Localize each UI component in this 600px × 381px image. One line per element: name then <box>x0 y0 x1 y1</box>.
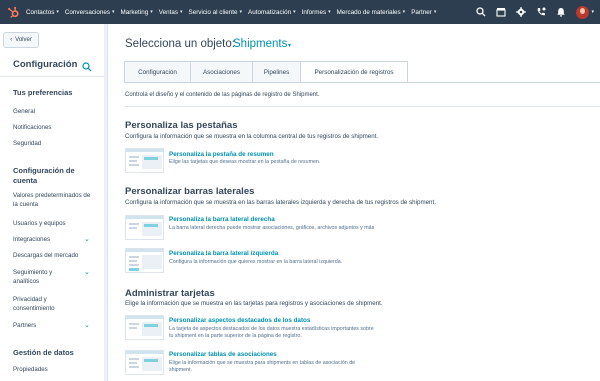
sidebar-item-seguimiento[interactable]: Seguimiento y analíticos <box>13 269 73 286</box>
link-tablas-asociaciones[interactable]: Personalizar tablas de asociaciones <box>169 351 277 358</box>
object-selector-label: Selecciona un objeto: <box>125 38 235 50</box>
sidebar-scrollbar[interactable] <box>104 24 107 381</box>
sidebar-item-seguridad[interactable]: Seguridad <box>13 140 91 149</box>
tabs-divider <box>124 82 600 83</box>
nav-automatizacion[interactable]: Automatización ▾ <box>248 9 296 16</box>
section-title-pestanas: Personaliza las pestañas <box>125 120 238 131</box>
chevron-down-icon[interactable]: ⌄ <box>84 235 90 243</box>
gear-icon[interactable] <box>514 5 528 19</box>
nav-label: Marketing <box>120 8 149 16</box>
section-heading-cuenta: Configuración de cuenta <box>13 166 75 185</box>
nav-label: Conversaciones <box>64 8 111 16</box>
sidebar-item-propiedades[interactable]: Propiedades <box>13 366 91 375</box>
chevron-down-icon: ▾ <box>179 9 183 15</box>
chevron-down-icon: ▾ <box>328 9 331 15</box>
nav-label: Mercado de materiales <box>336 8 401 16</box>
nav-servicio-al-cliente[interactable]: Servicio al cliente ▾ <box>189 9 243 16</box>
section-heading-datos: Gestión de datos <box>13 348 74 357</box>
sidebar-item-privacidad[interactable]: Privacidad y consentimiento <box>13 296 73 313</box>
chevron-left-icon: ‹ <box>10 37 13 43</box>
nav-conversaciones[interactable]: Conversaciones ▾ <box>65 9 115 16</box>
tab-personalizacion-registros[interactable]: Personalización de registros <box>300 61 408 83</box>
section-title-barras-laterales: Personalizar barras laterales <box>125 186 255 197</box>
nav-informes[interactable]: Informes ▾ <box>302 9 331 16</box>
nav-label: Partner <box>411 8 432 16</box>
chevron-down-icon: ▾ <box>433 9 437 15</box>
search-icon[interactable] <box>474 5 488 19</box>
page-description: Controla el diseño y el contenido de las… <box>125 92 320 98</box>
link-personaliza-pestana-resumen[interactable]: Personaliza la pestaña de resumen <box>169 151 274 158</box>
nav-partner[interactable]: Partner ▾ <box>411 9 436 16</box>
calling-icon[interactable] <box>534 5 548 19</box>
section-subtitle: Elige la información que se muestra en l… <box>125 300 383 307</box>
card-preview-image <box>125 350 164 375</box>
link-barra-lateral-derecha[interactable]: Personaliza la barra lateral derecha <box>169 216 275 223</box>
sidebar-item-notificaciones[interactable]: Notificaciones <box>13 124 91 133</box>
back-label: Volver <box>15 37 32 43</box>
chevron-down-icon: ▾ <box>150 9 153 15</box>
card-description: Configura la información que quieres mos… <box>169 259 343 265</box>
tab-pipelines[interactable]: Pipelines <box>252 61 300 83</box>
main-content: Selecciona un objeto: Shipments ▾ Config… <box>108 24 600 381</box>
card-preview-image <box>125 248 164 273</box>
card-description: Elige las tarjetas que deseas mostrar en… <box>169 159 321 165</box>
chevron-down-icon: ▾ <box>56 9 59 15</box>
nav-contactos[interactable]: Contactos ▾ <box>26 9 59 16</box>
chevron-down-icon: ▾ <box>293 9 296 15</box>
object-selector-dropdown[interactable]: Shipments <box>233 38 287 50</box>
link-aspectos-destacados[interactable]: Personalizar aspectos destacados de los … <box>169 317 310 324</box>
section-subtitle: Configura la información que se muestra … <box>125 133 379 140</box>
tab-asociaciones[interactable]: Asociaciones <box>190 61 252 83</box>
nav-label: Servicio al cliente <box>188 8 238 16</box>
back-button[interactable]: ‹ Volver <box>3 32 39 48</box>
card-description-line: tu shipment en la parte superior de la p… <box>169 333 302 339</box>
sidebar-item-valores-predeterminados[interactable]: Valores predeterminados de la cuenta <box>13 192 91 209</box>
search-icon[interactable] <box>82 59 92 72</box>
divider <box>125 106 600 107</box>
card-preview-image <box>125 215 164 240</box>
marketplace-icon[interactable] <box>494 5 508 19</box>
nav-label: Ventas <box>158 8 178 16</box>
top-navigation: Contactos ▾ Conversaciones ▾ Marketing ▾ Ve… <box>0 0 600 24</box>
chevron-down-icon[interactable]: ⌄ <box>84 321 90 329</box>
section-title-administrar-tarjetas: Administrar tarjetas <box>125 288 215 299</box>
nav-label: Automatización <box>248 8 292 16</box>
chevron-down-icon: ▾ <box>402 9 406 15</box>
nav-label: Informes <box>301 8 327 16</box>
avatar[interactable] <box>576 5 590 19</box>
nav-ventas[interactable]: Ventas ▾ <box>159 9 183 16</box>
chevron-down-icon[interactable]: ▾ <box>288 42 291 49</box>
chevron-down-icon[interactable]: ⌄ <box>84 268 90 276</box>
chevron-down-icon: ▾ <box>112 9 115 15</box>
link-barra-lateral-izquierda[interactable]: Personaliza la barra lateral izquierda <box>169 250 278 257</box>
sidebar-item-general[interactable]: General <box>13 108 91 117</box>
card-preview-image <box>125 315 164 340</box>
section-heading-preferencias: Tus preferencias <box>13 88 73 97</box>
nav-marketing[interactable]: Marketing ▾ <box>121 9 153 16</box>
sidebar-item-integraciones[interactable]: Integraciones <box>13 236 91 245</box>
nav-label: Contactos <box>26 8 55 16</box>
chevron-down-icon[interactable]: ▾ <box>591 9 594 15</box>
card-preview-image <box>125 148 164 173</box>
section-subtitle: Configura la información que se muestra … <box>125 199 436 206</box>
nav-mercado-de-materiales[interactable]: Mercado de materiales ▾ <box>337 9 406 16</box>
tab-bar: Configuración Asociaciones Pipelines Per… <box>124 61 408 83</box>
chevron-down-icon: ▾ <box>239 9 243 15</box>
sidebar-item-descargas[interactable]: Descargas del mercado <box>13 252 91 261</box>
sidebar-item-usuarios-equipos[interactable]: Usuarios y equipos <box>13 220 91 229</box>
hubspot-logo-icon[interactable] <box>6 5 20 19</box>
sidebar-item-partners[interactable]: Partners <box>13 322 91 331</box>
divider <box>0 76 104 77</box>
card-description-line: shipment. <box>169 367 192 373</box>
card-description: La barra lateral derecha puede mostrar a… <box>169 225 375 231</box>
sidebar-title: Configuración <box>13 59 78 70</box>
tab-configuracion[interactable]: Configuración <box>124 61 190 83</box>
settings-sidebar: ‹ Volver Configuración Tus preferencias … <box>0 24 108 381</box>
bell-icon[interactable] <box>554 5 568 19</box>
